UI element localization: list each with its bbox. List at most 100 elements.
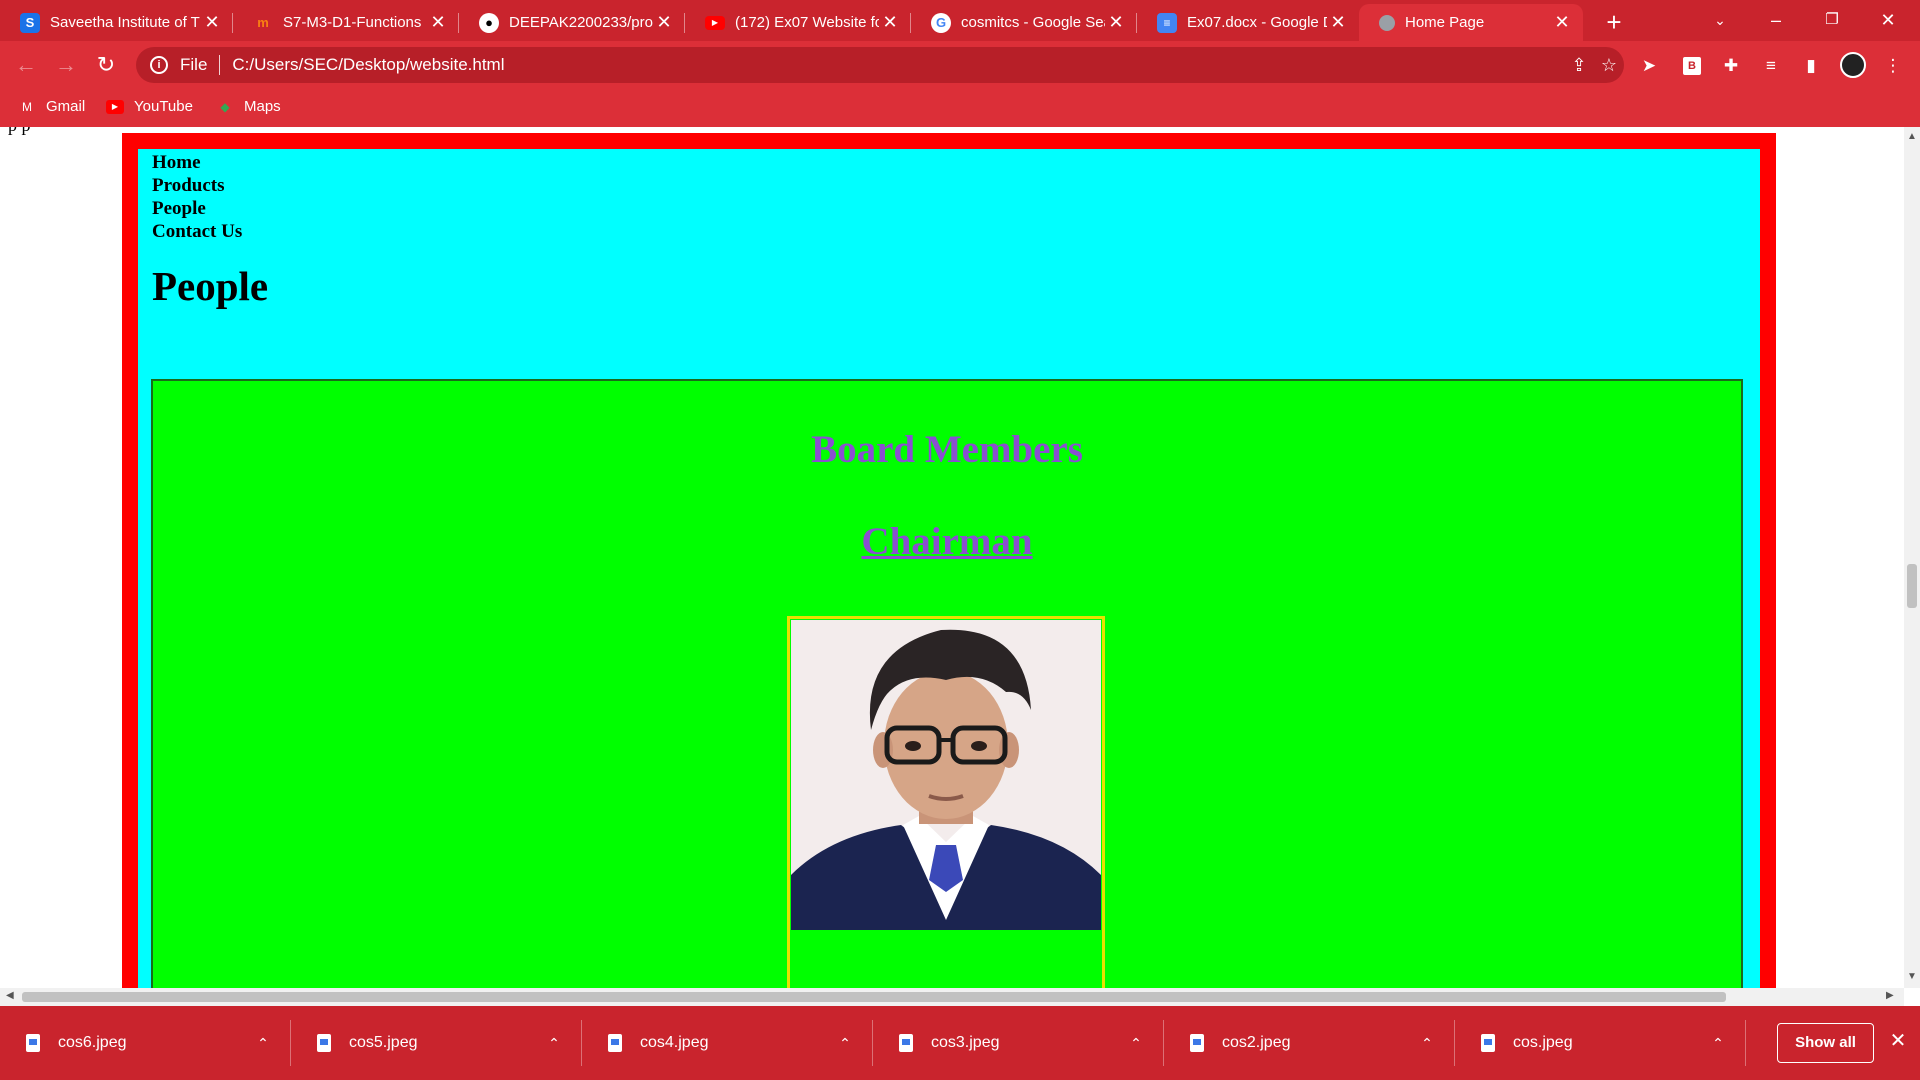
horizontal-scroll-thumb[interactable] <box>22 992 1726 1002</box>
bookmark-star-icon[interactable]: ☆ <box>1594 55 1624 76</box>
tab-title: S7-M3-D1-Functions <box>283 14 422 31</box>
chevron-up-icon[interactable]: ⌃ <box>251 1035 275 1052</box>
bookmark-maps[interactable]: ◆ Maps <box>216 98 281 115</box>
media-queue-icon[interactable]: ≡ <box>1758 53 1784 79</box>
profile-avatar[interactable] <box>1840 52 1866 78</box>
youtube-icon: ▶ <box>106 99 124 114</box>
moodle-icon: m <box>257 15 269 30</box>
new-tab-button[interactable]: + <box>1598 6 1630 38</box>
image-file-icon <box>899 1034 913 1052</box>
cursor-extension-icon[interactable]: ➤ <box>1636 53 1662 79</box>
menu-item-contact-us[interactable]: Contact Us <box>152 220 242 243</box>
download-item[interactable]: cos3.jpeg ⌃ <box>873 1006 1164 1080</box>
menu-item-products[interactable]: Products <box>152 174 242 197</box>
reload-button[interactable]: ↻ <box>90 49 122 81</box>
info-icon[interactable]: i <box>150 56 168 74</box>
download-item[interactable]: cos6.jpeg ⌃ <box>0 1006 291 1080</box>
tab-saveetha[interactable]: S Saveetha Institute of T ✕ <box>0 4 233 41</box>
google-icon: G <box>931 12 951 33</box>
image-file-icon <box>1190 1034 1204 1052</box>
close-icon[interactable]: ✕ <box>1105 12 1127 33</box>
address-bar[interactable]: i File C:/Users/SEC/Desktop/website.html… <box>136 47 1624 83</box>
download-item[interactable]: cos5.jpeg ⌃ <box>291 1006 582 1080</box>
board-members-panel: Board Members Chairman <box>151 379 1743 988</box>
close-icon[interactable]: ✕ <box>201 12 223 33</box>
chevron-up-icon[interactable]: ⌃ <box>1706 1035 1730 1052</box>
scroll-right-arrow-icon[interactable]: ▶ <box>1886 990 1894 1001</box>
forward-button[interactable]: → <box>50 49 82 81</box>
close-icon[interactable]: ✕ <box>1551 12 1573 33</box>
chairman-photo <box>791 620 1101 930</box>
image-file-icon <box>26 1034 40 1052</box>
bookmark-label: YouTube <box>134 98 193 115</box>
puzzle-extensions-icon[interactable]: ✚ <box>1718 53 1744 79</box>
share-icon[interactable]: ⇪ <box>1564 55 1594 76</box>
download-filename: cos2.jpeg <box>1222 1034 1291 1051</box>
chairman-link[interactable]: Chairman <box>153 519 1741 564</box>
menu-item-people[interactable]: People <box>152 197 242 220</box>
image-file-icon <box>317 1034 331 1052</box>
google-docs-icon: ≡ <box>1157 12 1177 33</box>
bookmark-label: Gmail <box>46 98 86 115</box>
chevron-up-icon[interactable]: ⌃ <box>1415 1035 1439 1052</box>
close-icon[interactable]: ✕ <box>653 12 675 33</box>
bookmark-youtube[interactable]: ▶ YouTube <box>106 98 193 115</box>
tab-title: Ex07.docx - Google D <box>1187 14 1327 31</box>
b-extension-icon[interactable]: B <box>1683 57 1701 75</box>
show-all-button[interactable]: Show all <box>1777 1023 1874 1063</box>
bookmark-label: Maps <box>244 98 281 115</box>
tab-moodle[interactable]: m S7-M3-D1-Functions ✕ <box>233 4 459 41</box>
scroll-down-arrow-icon[interactable]: ▼ <box>1904 971 1920 982</box>
tab-home-page[interactable]: Home Page ✕ <box>1359 4 1583 41</box>
address-scheme: File <box>180 55 208 74</box>
tab-google-docs[interactable]: ≡ Ex07.docx - Google D ✕ <box>1137 4 1359 41</box>
download-item[interactable]: cos.jpeg ⌃ <box>1455 1006 1746 1080</box>
tab-google-search[interactable]: G cosmitcs - Google Sea ✕ <box>911 4 1137 41</box>
tab-github[interactable]: ● DEEPAK2200233/prod ✕ <box>459 4 685 41</box>
chevron-up-icon[interactable]: ⌃ <box>1124 1035 1148 1052</box>
close-icon[interactable]: ✕ <box>1886 1028 1910 1053</box>
vertical-scrollbar[interactable]: ▲ ▼ <box>1904 127 1920 988</box>
tab-strip: S Saveetha Institute of T ✕ m S7-M3-D1-F… <box>0 0 1920 41</box>
tab-search-chevron-icon[interactable]: ⌄ <box>1692 0 1748 41</box>
back-button[interactable]: ← <box>10 49 42 81</box>
chevron-up-icon[interactable]: ⌃ <box>542 1035 566 1052</box>
download-filename: cos4.jpeg <box>640 1034 709 1051</box>
youtube-icon: ▶ <box>705 15 725 30</box>
menu-kebab-icon[interactable]: ⋮ <box>1880 53 1906 79</box>
address-url[interactable]: C:/Users/SEC/Desktop/website.html <box>232 55 1564 75</box>
download-filename: cos5.jpeg <box>349 1034 418 1051</box>
download-filename: cos3.jpeg <box>931 1034 1000 1051</box>
horizontal-scrollbar[interactable]: ◀ ▶ <box>0 988 1904 1006</box>
saveetha-s-icon: S <box>20 12 40 33</box>
outer-red-border: Home Products People Contact Us People B… <box>122 133 1776 988</box>
download-item[interactable]: cos4.jpeg ⌃ <box>582 1006 873 1080</box>
maps-icon: ◆ <box>220 99 230 114</box>
restore-button[interactable]: ❐ <box>1804 0 1860 41</box>
tab-title: Home Page <box>1405 14 1485 31</box>
tab-title: Saveetha Institute of T <box>50 14 200 31</box>
close-icon[interactable]: ✕ <box>1327 12 1349 33</box>
browser-toolbar: ← → ↻ i File C:/Users/SEC/Desktop/websit… <box>0 41 1920 89</box>
image-file-icon <box>1481 1034 1495 1052</box>
content-container: Home Products People Contact Us People B… <box>138 149 1760 988</box>
chairman-card <box>787 616 1105 988</box>
bookmark-gmail[interactable]: M Gmail <box>18 98 85 115</box>
scroll-left-arrow-icon[interactable]: ◀ <box>6 990 14 1001</box>
scroll-up-arrow-icon[interactable]: ▲ <box>1904 131 1920 142</box>
tab-youtube[interactable]: ▶ (172) Ex07 Website fo ✕ <box>685 4 911 41</box>
minimize-button[interactable]: – <box>1748 0 1804 41</box>
downloads-bar: cos6.jpeg ⌃ cos5.jpeg ⌃ cos4.jpeg ⌃ cos3… <box>0 1006 1920 1080</box>
side-panel-icon[interactable]: ▮ <box>1798 53 1824 79</box>
download-item[interactable]: cos2.jpeg ⌃ <box>1164 1006 1455 1080</box>
close-icon[interactable]: ✕ <box>879 12 901 33</box>
nav-menu: Home Products People Contact Us <box>152 151 242 243</box>
menu-item-home[interactable]: Home <box>152 151 242 174</box>
address-divider <box>219 55 221 75</box>
vertical-scroll-thumb[interactable] <box>1907 564 1917 608</box>
close-icon[interactable]: ✕ <box>427 12 449 33</box>
chevron-up-icon[interactable]: ⌃ <box>833 1035 857 1052</box>
globe-icon <box>1379 14 1395 31</box>
close-window-button[interactable]: ✕ <box>1860 0 1916 41</box>
board-members-title: Board Members <box>811 428 1083 471</box>
